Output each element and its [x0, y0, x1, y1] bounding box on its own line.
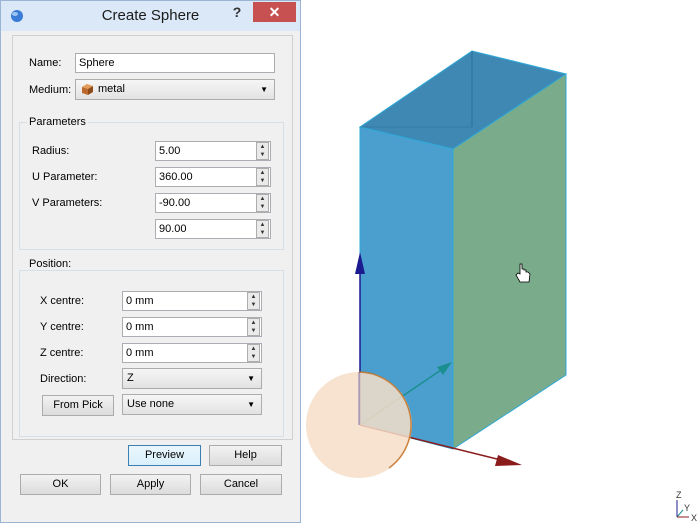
arrow-up-icon[interactable]: ▲	[257, 169, 268, 177]
triad-z-label: Z	[676, 490, 682, 500]
y-centre-input[interactable]: 0 mm	[122, 317, 262, 337]
close-button[interactable]: ✕	[253, 2, 296, 22]
cancel-button[interactable]: Cancel	[200, 474, 282, 495]
u-parameter-label: U Parameter:	[32, 171, 98, 183]
3d-viewport[interactable]: Z Y X	[301, 0, 700, 523]
arrow-up-icon[interactable]: ▲	[248, 293, 259, 301]
radius-input[interactable]: 5.00	[155, 141, 271, 161]
v-parameter-max-stepper[interactable]: ▲ ▼	[256, 220, 269, 238]
arrow-down-icon[interactable]: ▼	[257, 151, 268, 159]
help-title-button[interactable]: ?	[227, 3, 247, 21]
create-sphere-dialog: Create Sphere ? ✕ Name: Sphere Medium: m…	[0, 0, 301, 523]
position-title: Position:	[27, 258, 74, 270]
cube-icon	[82, 84, 93, 95]
y-centre-stepper[interactable]: ▲ ▼	[247, 318, 260, 336]
form-panel: Name: Sphere Medium: metal ▼ Parameters …	[12, 35, 293, 440]
x-centre-label: X centre:	[40, 295, 85, 307]
direction-label: Direction:	[40, 373, 87, 385]
x-centre-spinbox[interactable]: 0 mm ▲ ▼	[122, 291, 262, 311]
ok-button[interactable]: OK	[20, 474, 101, 495]
y-centre-label: Y centre:	[40, 321, 84, 333]
triad-x-label: X	[691, 513, 697, 523]
arrow-up-icon[interactable]: ▲	[257, 221, 268, 229]
name-label: Name:	[29, 57, 62, 69]
u-parameter-spinbox[interactable]: 360.00 ▲ ▼	[155, 167, 271, 187]
title-bar[interactable]: Create Sphere ? ✕	[1, 1, 300, 31]
arrow-down-icon[interactable]: ▼	[257, 203, 268, 211]
v-parameters-label: V Parameters:	[32, 197, 103, 209]
radius-label: Radius:	[32, 145, 70, 157]
radius-stepper[interactable]: ▲ ▼	[256, 142, 269, 160]
v-parameter-max-input[interactable]: 90.00	[155, 219, 271, 239]
name-input[interactable]: Sphere	[75, 53, 275, 73]
u-parameter-input[interactable]: 360.00	[155, 167, 271, 187]
chevron-down-icon: ▼	[247, 400, 255, 409]
arrow-up-icon[interactable]: ▲	[248, 319, 259, 327]
help-button[interactable]: Help	[209, 445, 282, 466]
arrow-down-icon[interactable]: ▼	[248, 327, 259, 335]
from-pick-button[interactable]: From Pick	[42, 395, 114, 416]
v-parameter-min-stepper[interactable]: ▲ ▼	[256, 194, 269, 212]
v-parameter-min-spinbox[interactable]: -90.00 ▲ ▼	[155, 193, 271, 213]
preview-button[interactable]: Preview	[128, 445, 201, 466]
arrow-down-icon[interactable]: ▼	[248, 353, 259, 361]
x-centre-stepper[interactable]: ▲ ▼	[247, 292, 260, 310]
pick-value: Use none	[127, 398, 175, 410]
x-centre-input[interactable]: 0 mm	[122, 291, 262, 311]
arrow-up-icon[interactable]: ▲	[248, 345, 259, 353]
chevron-down-icon: ▼	[260, 85, 268, 94]
y-centre-spinbox[interactable]: 0 mm ▲ ▼	[122, 317, 262, 337]
z-centre-stepper[interactable]: ▲ ▼	[247, 344, 260, 362]
arrow-down-icon[interactable]: ▼	[257, 229, 268, 237]
z-centre-label: Z centre:	[40, 347, 84, 359]
arrow-up-icon[interactable]: ▲	[257, 143, 268, 151]
medium-label: Medium:	[29, 84, 72, 96]
arrow-down-icon[interactable]: ▼	[257, 177, 268, 185]
arrow-up-icon[interactable]: ▲	[257, 195, 268, 203]
z-centre-spinbox[interactable]: 0 mm ▲ ▼	[122, 343, 262, 363]
x-axis-arrowhead	[495, 455, 522, 466]
direction-select[interactable]: Z ▼	[122, 368, 262, 389]
triad-y-label: Y	[684, 503, 690, 513]
chevron-down-icon: ▼	[247, 374, 255, 383]
pick-select[interactable]: Use none ▼	[122, 394, 262, 415]
u-parameter-stepper[interactable]: ▲ ▼	[256, 168, 269, 186]
arrow-down-icon[interactable]: ▼	[248, 301, 259, 309]
parameters-title: Parameters	[27, 116, 88, 128]
direction-value: Z	[127, 372, 134, 384]
medium-value: metal	[98, 83, 125, 95]
v-parameter-max-spinbox[interactable]: 90.00 ▲ ▼	[155, 219, 271, 239]
medium-select[interactable]: metal ▼	[75, 79, 275, 100]
v-parameter-min-input[interactable]: -90.00	[155, 193, 271, 213]
radius-spinbox[interactable]: 5.00 ▲ ▼	[155, 141, 271, 161]
apply-button[interactable]: Apply	[110, 474, 191, 495]
z-centre-input[interactable]: 0 mm	[122, 343, 262, 363]
